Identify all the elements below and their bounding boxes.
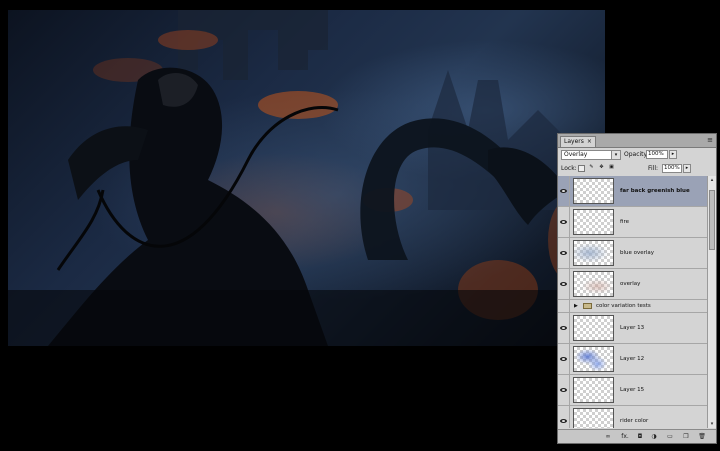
lock-transparency-icon[interactable] [578,165,585,172]
link-layers-icon[interactable]: ∞ [604,433,612,440]
fill-input[interactable]: 100% [662,164,682,173]
document-canvas[interactable] [8,10,605,346]
layer-row[interactable]: blue overlay [558,238,708,269]
layer-group-row[interactable]: ▶ color variation tests [558,300,708,313]
layer-thumbnail [573,315,614,341]
tab-layers-label: Layers [564,138,584,145]
chevron-down-icon[interactable]: ▾ [611,151,620,159]
opacity-input[interactable]: 100% [646,150,668,159]
visibility-eye-icon[interactable] [558,313,570,343]
visibility-eye-icon[interactable] [558,207,570,237]
folder-icon [583,303,592,309]
layer-name: Layer 15 [620,387,645,393]
layer-row[interactable]: Layer 12 [558,344,708,375]
adjustment-layer-icon[interactable]: ◑ [650,433,658,440]
visibility-toggle-empty[interactable] [558,300,570,312]
layer-thumbnail [573,178,614,204]
trash-icon[interactable]: 🗑 [698,433,706,440]
layer-thumbnail [573,408,614,428]
layers-list: far back greenish blue fire blue overlay… [558,176,708,428]
visibility-eye-icon[interactable] [558,269,570,299]
layer-row[interactable]: overlay [558,269,708,300]
fill-slider-arrow-icon[interactable]: ▸ [683,164,691,173]
lock-row: Lock: ✎ ✥ ▣ Fill: 100% ▸ [558,162,716,177]
expand-triangle-icon[interactable]: ▶ [574,303,578,310]
layer-name: Layer 13 [620,325,645,331]
lock-position-move-icon[interactable]: ✥ [598,165,605,172]
visibility-eye-icon[interactable] [558,344,570,374]
close-icon[interactable]: × [587,138,592,145]
visibility-eye-icon[interactable] [558,176,570,206]
layers-panel: Layers × ≡ Overlay ▾ Opacity: 100% ▸ Lock… [557,133,717,444]
layer-thumbnail [573,271,614,297]
visibility-eye-icon[interactable] [558,238,570,268]
scrollbar-thumb[interactable] [709,190,715,250]
scroll-up-icon[interactable]: ▴ [708,176,716,184]
layer-name: fire [620,219,629,225]
opacity-slider-arrow-icon[interactable]: ▸ [669,150,677,159]
new-group-folder-icon[interactable]: ▭ [666,433,674,440]
layer-thumbnail [573,346,614,372]
artwork-illustration [8,10,605,346]
fill-label: Fill: [648,165,659,172]
lock-label: Lock: [561,165,577,172]
layer-group-name: color variation tests [596,303,651,309]
layer-row[interactable]: Layer 15 [558,375,708,406]
blend-mode-value: Overlay [564,151,588,158]
fx-icon[interactable]: fx. [619,433,631,440]
tab-layers[interactable]: Layers × [560,136,596,147]
layer-row[interactable]: rider color [558,406,708,428]
layer-thumbnail [573,209,614,235]
layer-thumbnail [573,377,614,403]
layer-row[interactable]: Layer 13 [558,313,708,344]
layer-name: overlay [620,281,641,287]
layers-scrollbar[interactable]: ▴ ▾ [707,176,716,428]
layer-name: far back greenish blue [620,188,690,194]
panel-menu-icon[interactable]: ≡ [707,136,713,144]
layer-row[interactable]: far back greenish blue [558,176,708,207]
new-layer-icon[interactable]: ❐ [682,433,690,440]
layer-name: Layer 12 [620,356,645,362]
lock-image-brush-icon[interactable]: ✎ [588,165,595,172]
blend-row: Overlay ▾ Opacity: 100% ▸ [558,148,716,162]
layer-name: blue overlay [620,250,655,256]
layer-row[interactable]: fire [558,207,708,238]
scroll-down-icon[interactable]: ▾ [708,420,716,428]
lock-all-icon[interactable]: ▣ [608,165,615,172]
add-mask-icon[interactable]: ◘ [636,433,644,440]
blend-mode-select[interactable]: Overlay ▾ [561,150,621,160]
layer-thumbnail [573,240,614,266]
opacity-label: Opacity: [624,151,649,158]
visibility-eye-icon[interactable] [558,375,570,405]
panel-tab-bar: Layers × ≡ [558,134,716,148]
visibility-eye-icon[interactable] [558,406,570,428]
layer-name: rider color [620,418,649,424]
panel-bottom-toolbar: ∞ fx. ◘ ◑ ▭ ❐ 🗑 [558,429,716,443]
